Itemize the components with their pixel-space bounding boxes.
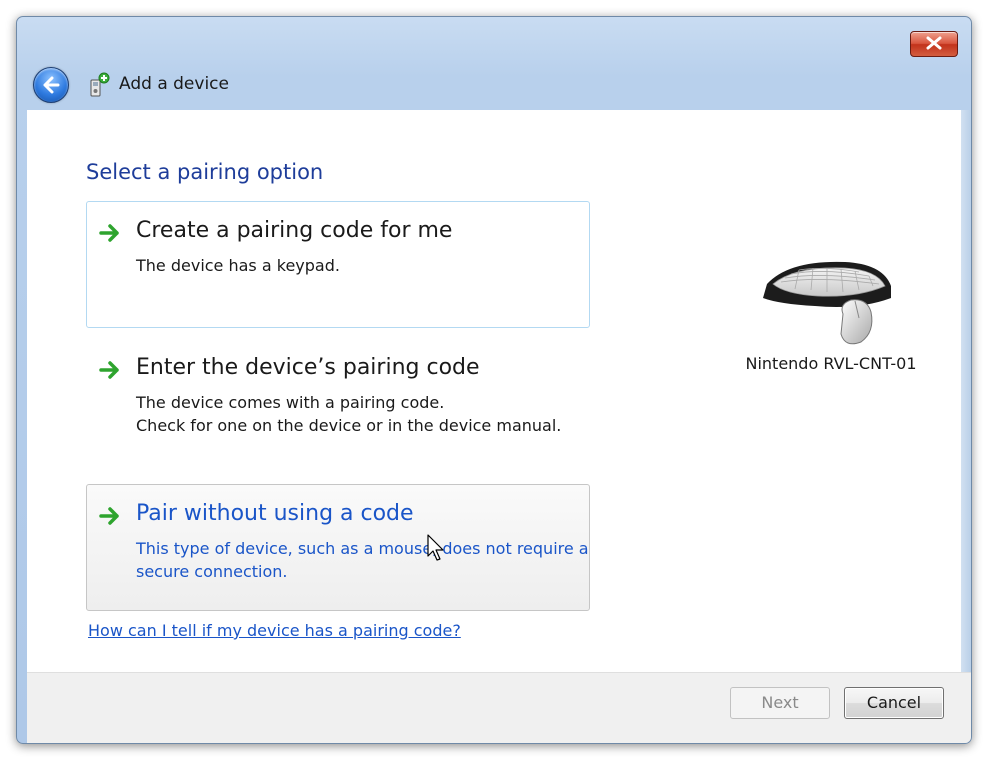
add-device-window: Add a device Select a pairing option Cre…	[16, 16, 972, 744]
option-pair-without-code[interactable]: Pair without using a code This type of d…	[86, 484, 590, 611]
close-button[interactable]	[910, 31, 958, 57]
option-description: This type of device, such as a mouse, do…	[136, 539, 589, 581]
back-button[interactable]	[33, 67, 69, 103]
mouse-cursor-icon	[427, 534, 444, 561]
next-button[interactable]: Next	[730, 687, 830, 719]
button-bar: Next Cancel	[27, 672, 971, 743]
green-arrow-icon	[99, 361, 119, 379]
back-arrow-icon	[43, 76, 60, 94]
close-icon	[926, 36, 942, 50]
option-description: The device has a keypad.	[136, 256, 340, 275]
pairing-code-help-link[interactable]: How can I tell if my device has a pairin…	[88, 621, 461, 640]
option-description: The device comes with a pairing code. Ch…	[136, 393, 562, 435]
green-arrow-icon	[99, 507, 119, 525]
add-device-icon	[90, 72, 110, 97]
option-title: Create a pairing code for me	[136, 218, 453, 243]
content-area: Select a pairing option Create a pairing…	[27, 110, 961, 672]
green-arrow-icon	[99, 224, 119, 242]
option-create-pairing-code[interactable]: Create a pairing code for me The device …	[86, 201, 590, 328]
option-enter-pairing-code[interactable]: Enter the device’s pairing code The devi…	[86, 338, 590, 458]
option-title: Pair without using a code	[136, 501, 414, 526]
window-title: Add a device	[119, 74, 229, 94]
page-heading: Select a pairing option	[86, 160, 324, 184]
option-title: Enter the device’s pairing code	[136, 355, 480, 380]
cancel-button[interactable]: Cancel	[844, 687, 944, 719]
keyboard-mouse-icon	[763, 261, 891, 345]
device-name: Nintendo RVL-CNT-01	[745, 354, 917, 373]
window-frame-right	[961, 110, 971, 672]
